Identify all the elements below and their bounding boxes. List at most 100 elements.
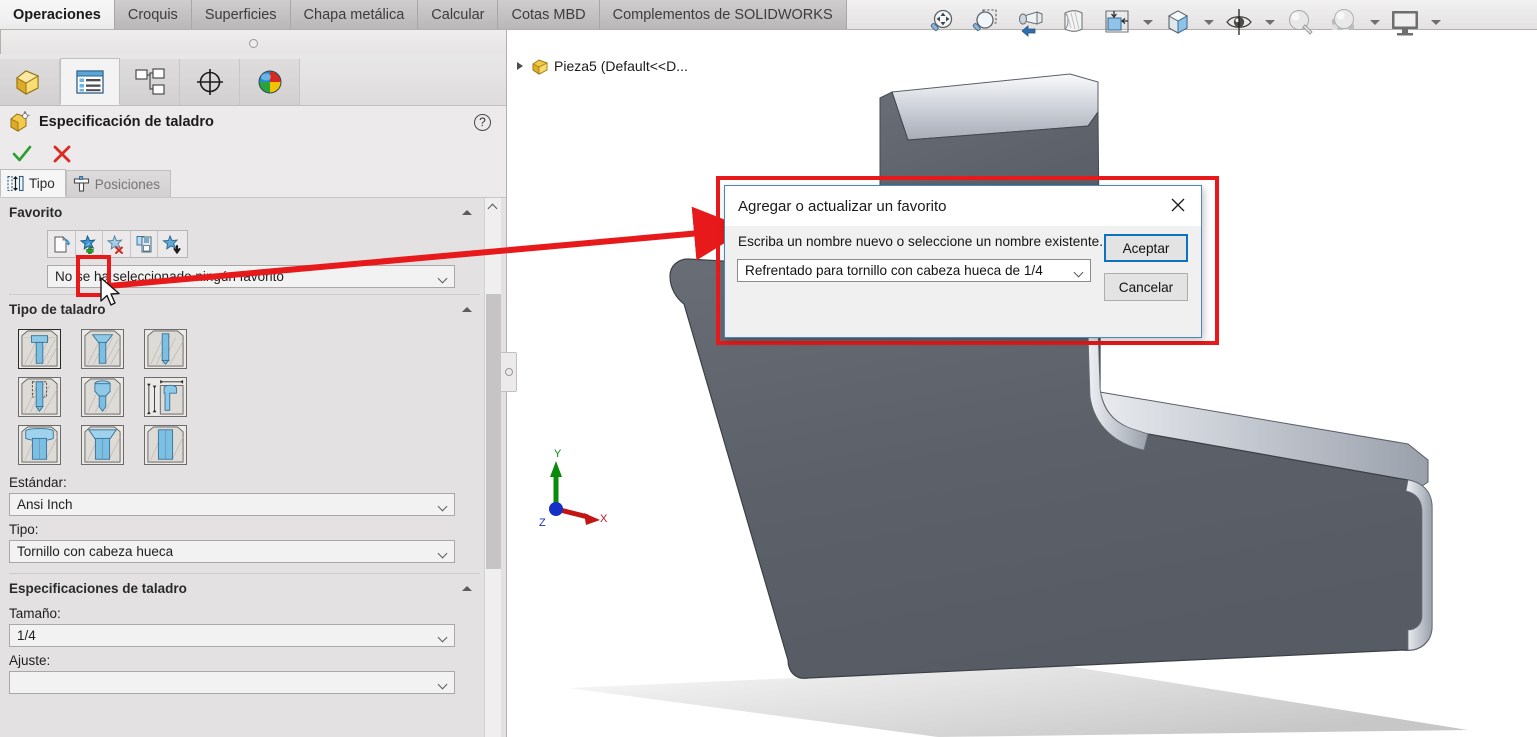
- view-settings-icon[interactable]: [1384, 2, 1426, 42]
- help-button[interactable]: ?: [474, 114, 491, 131]
- ribbon-tab-operaciones[interactable]: Operaciones: [0, 0, 115, 29]
- size-combo-value: 1/4: [17, 628, 36, 643]
- hole-type-icon: [7, 175, 24, 191]
- ribbon-tab-label: Superficies: [204, 6, 277, 23]
- dialog-cancel-button[interactable]: Cancelar: [1104, 273, 1188, 301]
- display-manager-tab[interactable]: [240, 59, 300, 105]
- size-combo[interactable]: 1/4: [9, 624, 455, 647]
- ribbon-tab-label: Operaciones: [13, 6, 101, 23]
- type-combo-chevron-down-icon[interactable]: [439, 550, 447, 558]
- legacy-hole-icon[interactable]: [134, 373, 197, 421]
- graphics-viewport[interactable]: Y X Z: [508, 30, 1537, 737]
- ribbon-tab-chapa-metalica[interactable]: Chapa metálica: [290, 0, 419, 29]
- size-label: Tamaño:: [9, 606, 61, 621]
- property-manager-tab[interactable]: [60, 58, 120, 105]
- ribbon-tab-complementos-solidworks[interactable]: Complementos de SOLIDWORKS: [599, 0, 847, 29]
- standard-combo[interactable]: Ansi Inch: [9, 493, 455, 516]
- display-style-chevron-down-icon[interactable]: [1201, 2, 1216, 42]
- counterbore-slot-icon[interactable]: [8, 421, 71, 469]
- hole-positions-icon: [73, 175, 89, 192]
- axis-y-label: Y: [554, 448, 562, 460]
- countersink-slot-icon[interactable]: [71, 421, 134, 469]
- ribbon-tab-superficies[interactable]: Superficies: [191, 0, 291, 29]
- display-style-icon[interactable]: [1157, 2, 1199, 42]
- section-favorito-collapse-chevron-icon[interactable]: [462, 210, 472, 215]
- standard-label: Estándar:: [9, 475, 67, 490]
- dimxpert-manager-tab[interactable]: [180, 59, 240, 105]
- view-orientation-chevron-down-icon[interactable]: [1140, 2, 1155, 42]
- apply-scene-chevron-down-icon[interactable]: [1367, 2, 1382, 42]
- hole-icon[interactable]: [134, 325, 197, 373]
- save-favorite-button[interactable]: [131, 231, 158, 257]
- type-combo[interactable]: Tornillo con cabeza hueca: [9, 540, 455, 563]
- ribbon-tab-label: Complementos de SOLIDWORKS: [612, 6, 833, 23]
- favorite-combo-chevron-down-icon[interactable]: [439, 275, 447, 283]
- favorite-name-combo-value: Refrentado para tornillo con cabeza huec…: [745, 263, 1043, 278]
- hide-show-chevron-down-icon[interactable]: [1262, 2, 1277, 42]
- standard-combo-chevron-down-icon[interactable]: [439, 503, 447, 511]
- section-especificaciones-title: Especificaciones de taladro: [9, 581, 187, 596]
- section-tipo-de-taladro: Tipo de taladro: [0, 295, 490, 321]
- view-settings-chevron-down-icon[interactable]: [1428, 2, 1443, 42]
- configuration-manager-tab[interactable]: [120, 59, 180, 105]
- size-combo-chevron-down-icon[interactable]: [439, 634, 447, 642]
- plus-badge: [86, 246, 94, 254]
- hide-show-items-icon[interactable]: [1218, 2, 1260, 42]
- fit-combo-chevron-down-icon[interactable]: [439, 681, 447, 689]
- zoom-to-fit-icon[interactable]: [920, 2, 962, 42]
- property-manager-header: Especificación de taladro ?: [0, 106, 506, 138]
- scrollbar-up-button[interactable]: [485, 198, 501, 215]
- ribbon-tab-label: Calcular: [431, 6, 485, 23]
- ribbon-secondary-strip: [0, 30, 507, 54]
- straight-tap-icon[interactable]: [8, 373, 71, 421]
- zoom-to-area-icon[interactable]: [964, 2, 1006, 42]
- tree-expand-caret-icon[interactable]: [514, 62, 526, 70]
- tapered-tap-icon[interactable]: [71, 373, 134, 421]
- dialog-titlebar: Agregar o actualizar un favorito: [725, 186, 1201, 226]
- section-tipo-de-taladro-title: Tipo de taladro: [9, 302, 106, 317]
- section-especificaciones-collapse-chevron-icon[interactable]: [462, 586, 472, 591]
- ribbon-tab-calcular[interactable]: Calcular: [418, 0, 499, 29]
- apply-scene-icon[interactable]: [1323, 2, 1365, 42]
- apply-default-favorite-button[interactable]: [48, 231, 76, 257]
- panel-splitter-handle[interactable]: [501, 352, 517, 392]
- accept-checkmark-button[interactable]: [11, 143, 33, 165]
- section-tipo-collapse-chevron-icon[interactable]: [462, 307, 472, 312]
- delete-favorite-button[interactable]: [103, 231, 131, 257]
- page-title: Especificación de taladro: [39, 114, 214, 130]
- property-manager-panel: Especificación de taladro ? Tipo Posicio…: [0, 54, 507, 737]
- type-combo-value: Tornillo con cabeza hueca: [17, 544, 174, 559]
- add-favorite-star-icon: [79, 234, 96, 254]
- ribbon-tab-croquis[interactable]: Croquis: [114, 0, 192, 29]
- slot-icon[interactable]: [134, 421, 197, 469]
- solidworks-window: Y X Z Pieza5 (Default<<D... Operaciones …: [0, 0, 1537, 737]
- cancel-x-button[interactable]: [51, 143, 73, 165]
- edit-appearance-icon[interactable]: [1279, 2, 1321, 42]
- part-document-icon: [532, 58, 548, 75]
- apply-default-favorite-icon: [54, 235, 71, 252]
- load-favorite-button[interactable]: [158, 231, 186, 257]
- property-manager-scrollbar[interactable]: [484, 198, 501, 737]
- ribbon-tab-cotas-mbd[interactable]: Cotas MBD: [498, 0, 600, 29]
- favorite-name-combo-chevron-down-icon[interactable]: [1075, 269, 1083, 277]
- tab-tipo[interactable]: Tipo: [0, 169, 66, 197]
- feature-manager-tree[interactable]: Pieza5 (Default<<D...: [508, 54, 748, 114]
- section-view-icon[interactable]: [1052, 2, 1094, 42]
- view-orientation-icon[interactable]: [1096, 2, 1138, 42]
- feature-manager-tab[interactable]: [0, 59, 60, 105]
- scrollbar-thumb[interactable]: [486, 294, 501, 569]
- model-shadow: [568, 666, 1468, 737]
- dialog-accept-button[interactable]: Aceptar: [1104, 234, 1188, 262]
- ribbon-tab-label: Cotas MBD: [511, 6, 586, 23]
- countersink-hole-icon[interactable]: [71, 325, 134, 373]
- counterbore-hole-icon[interactable]: [8, 325, 71, 373]
- tab-posiciones[interactable]: Posiciones: [65, 170, 172, 197]
- tree-root-row[interactable]: Pieza5 (Default<<D...: [508, 54, 748, 78]
- tree-root-label: Pieza5 (Default<<D...: [554, 58, 688, 74]
- favorite-name-combo[interactable]: Refrentado para tornillo con cabeza huec…: [737, 259, 1091, 282]
- fit-combo[interactable]: [9, 671, 455, 694]
- previous-view-icon[interactable]: [1008, 2, 1050, 42]
- close-icon[interactable]: [1157, 188, 1199, 222]
- add-or-update-favorite-button[interactable]: [76, 231, 103, 257]
- axis-z-label: Z: [539, 517, 546, 529]
